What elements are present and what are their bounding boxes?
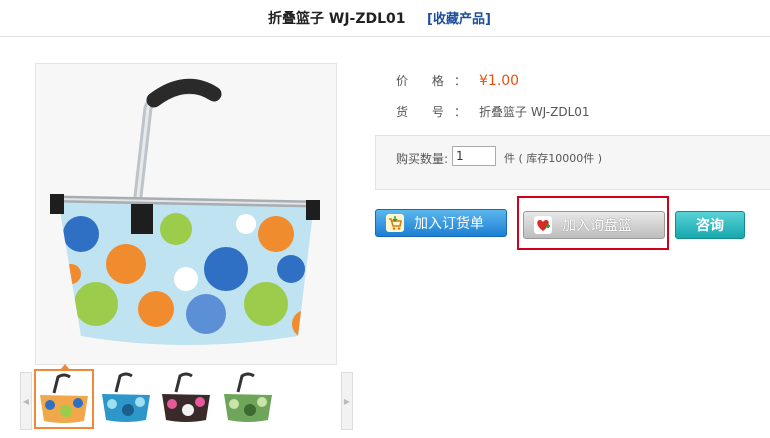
add-to-order-label: 加入订货单 (414, 216, 484, 232)
consult-button[interactable]: 咨询 (675, 211, 745, 239)
price-colon: ： (454, 74, 467, 88)
purchase-quantity-box: 购买数量: 件 ( 库存10000件 ) (375, 135, 770, 190)
favorite-product-link[interactable]: [收藏产品] (427, 8, 491, 27)
thumbnail-basket-1 (40, 373, 88, 423)
basket-image (50, 78, 320, 345)
thumbnail-2[interactable] (98, 370, 154, 426)
price-row: 价 格： ¥1.00 (396, 72, 519, 89)
thumbnail-basket-3 (162, 372, 210, 422)
selected-thumb-pointer (60, 364, 70, 370)
thumbnail-4[interactable] (220, 370, 276, 426)
thumb-next-arrow[interactable]: ▶ (341, 372, 353, 430)
thumbnail-strip: ◀ ▶ (20, 364, 353, 430)
thumb-prev-arrow[interactable]: ◀ (20, 372, 32, 430)
title-bar: 折叠篮子 WJ-ZDL01 [收藏产品] (0, 0, 770, 37)
sku-label: 货 号 (396, 105, 454, 119)
thumbnail-basket-2 (102, 372, 150, 422)
add-to-order-button[interactable]: 加入订货单 (375, 209, 507, 237)
quantity-label: 购买数量: (396, 152, 449, 166)
sku-colon: ： (454, 105, 467, 119)
thumbnail-1[interactable] (34, 369, 94, 429)
consult-label: 咨询 (696, 218, 724, 234)
page-title: 折叠篮子 WJ-ZDL01 (268, 11, 406, 27)
price-value: ¥1.00 (479, 73, 520, 89)
sku-row: 货 号： 折叠篮子 WJ-ZDL01 (396, 103, 590, 120)
quantity-input[interactable] (452, 146, 496, 166)
highlight-box (517, 196, 669, 250)
thumbnail-3[interactable] (158, 370, 214, 426)
price-label: 价 格 (396, 74, 454, 88)
sku-value: 折叠篮子 WJ-ZDL01 (479, 105, 590, 119)
product-main-image (35, 63, 337, 365)
thumbnail-basket-4 (224, 372, 272, 422)
cart-icon (384, 212, 406, 234)
quantity-unit-stock: 件 ( 库存10000件 ) (504, 152, 603, 165)
